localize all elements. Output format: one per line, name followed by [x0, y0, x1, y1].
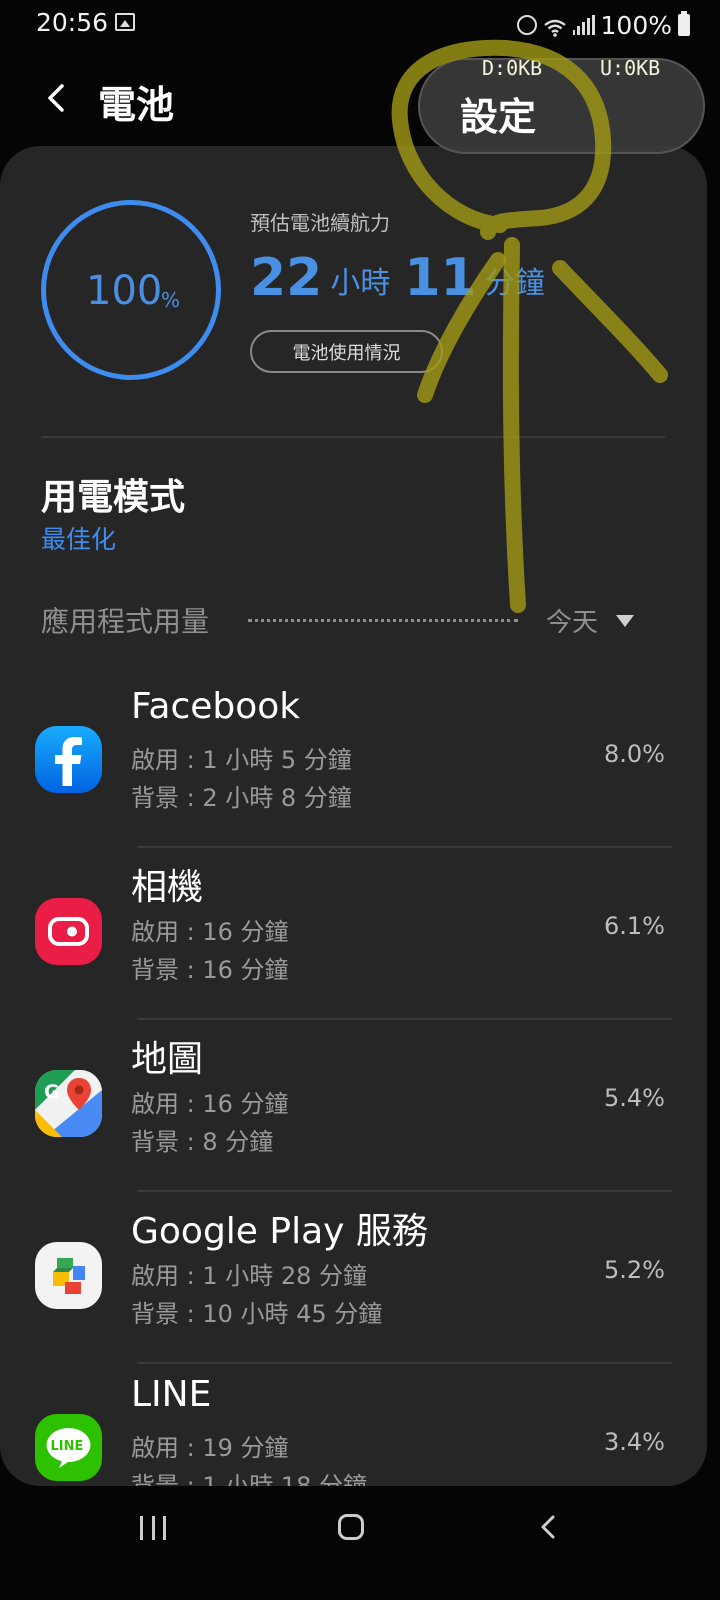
recent-apps-icon[interactable]: [140, 1516, 166, 1540]
hand-drawn-annotation: [391, 39, 668, 613]
home-icon[interactable]: [338, 1514, 364, 1540]
navigation-bar: [0, 1486, 720, 1600]
back-icon[interactable]: [536, 1514, 562, 1540]
